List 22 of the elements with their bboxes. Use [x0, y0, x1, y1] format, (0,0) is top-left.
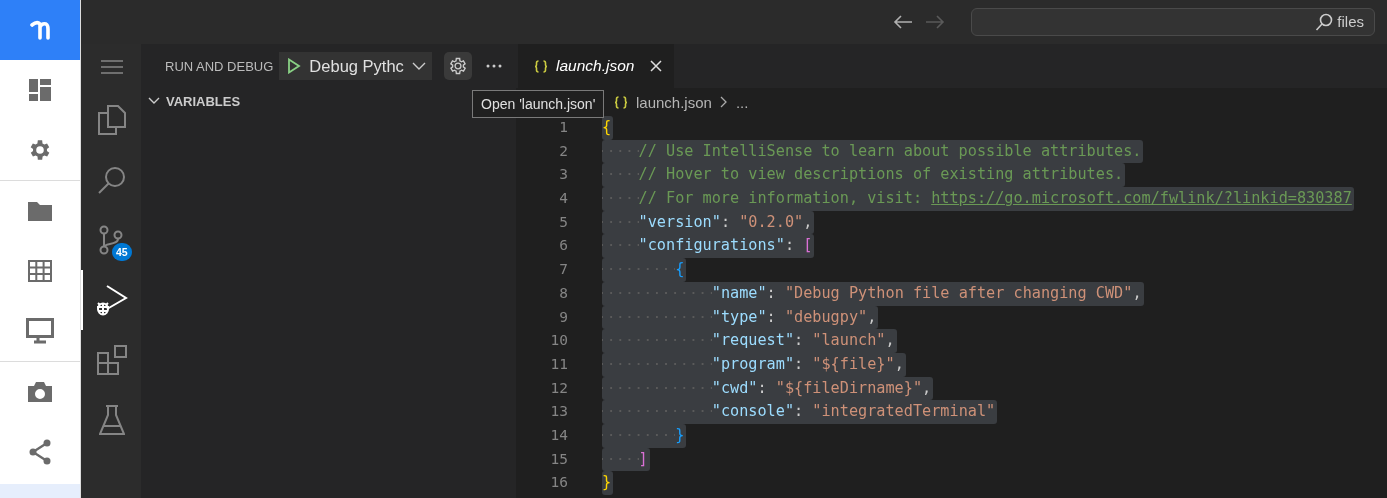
- line-number: 8: [558, 283, 568, 303]
- line-number: 5: [558, 212, 568, 232]
- line-number: 1: [558, 118, 568, 137]
- line-number: 11: [549, 354, 568, 374]
- line-number: 14: [549, 425, 568, 445]
- line-number: 16: [549, 473, 568, 493]
- code-line: {: [602, 116, 614, 140]
- tooltip: Open 'launch.json': [472, 90, 605, 118]
- notification-badge: 45: [112, 243, 132, 261]
- code-line: }: [602, 471, 614, 495]
- search-label: files: [1337, 13, 1364, 30]
- line-number: 7: [558, 260, 568, 280]
- line-number: 10: [549, 331, 568, 351]
- line-number: 3: [558, 165, 568, 185]
- panel-title: RUN AND DEBUG: [165, 58, 274, 74]
- line-number: 15: [549, 449, 568, 469]
- line-number: 2: [558, 141, 568, 161]
- line-number: 13: [549, 402, 568, 422]
- line-number: 12: [549, 378, 568, 398]
- line-number: 6: [558, 236, 568, 256]
- line-number: 9: [558, 307, 568, 327]
- line-number: 4: [558, 189, 568, 209]
